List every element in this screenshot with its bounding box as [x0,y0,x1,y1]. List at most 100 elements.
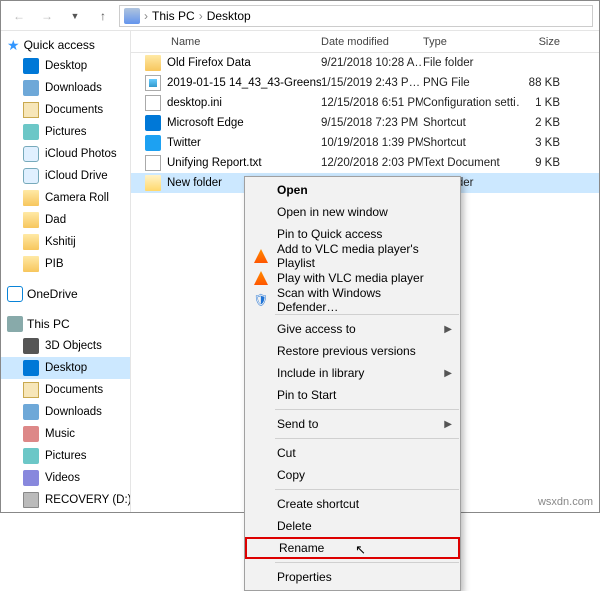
sidebar-item[interactable]: Desktop [1,55,130,77]
file-name: Twitter [167,137,201,149]
column-type-header[interactable]: Type [423,36,520,48]
breadcrumb-segment[interactable]: This PC [152,9,195,23]
context-rename[interactable]: Rename↖ [245,537,460,559]
context-open[interactable]: Open [245,179,460,201]
toolbar: ← → ▼ ↑ › This PC › Desktop [1,1,599,31]
folder-icon [23,168,39,184]
folder-icon [23,124,39,140]
sidebar-item[interactable]: Downloads [1,401,130,423]
file-row[interactable]: Microsoft Edge9/15/2018 7:23 PMShortcut2… [131,113,599,133]
file-row[interactable]: desktop.ini12/15/2018 6:51 PMConfigurati… [131,93,599,113]
file-name: Unifying Report.txt [167,157,262,169]
chevron-right-icon: ▶ [444,368,452,379]
file-icon [145,115,161,131]
sidebar-item[interactable]: Documents [1,99,130,121]
file-row[interactable]: Unifying Report.txt12/20/2018 2:03 PMTex… [131,153,599,173]
chevron-right-icon: ▶ [444,324,452,335]
sidebar-item[interactable]: Desktop [1,357,130,379]
sidebar-item[interactable]: 3D Objects [1,335,130,357]
nav-up-button[interactable]: ↑ [91,4,115,28]
vlc-icon [253,248,269,264]
navigation-pane: ★ Quick access DesktopDownloadsDocuments… [1,31,131,512]
watermark-text: wsxdn.com [538,496,593,508]
separator [275,489,459,490]
vlc-icon [253,270,269,286]
cursor-icon: ↖ [355,542,366,558]
sidebar-item-label: Videos [45,472,80,484]
sidebar-label: This PC [27,317,70,331]
folder-icon [23,146,39,162]
sidebar-item[interactable]: Downloads [1,77,130,99]
context-properties[interactable]: Properties [245,566,460,588]
sidebar-label: Quick access [24,38,95,52]
sidebar-item-label: Pictures [45,450,87,462]
sidebar-item-label: iCloud Drive [45,170,108,182]
context-vlc-add[interactable]: Add to VLC media player's Playlist [245,245,460,267]
context-open-new-window[interactable]: Open in new window [245,201,460,223]
file-row[interactable]: 2019-01-15 14_43_43-Greenshot.png1/15/20… [131,73,599,93]
column-name-header[interactable]: Name [131,36,321,48]
chevron-right-icon: ▶ [444,419,452,430]
file-name: Old Firefox Data [167,57,251,69]
column-date-header[interactable]: Date modified [321,36,423,48]
context-pin-start[interactable]: Pin to Start [245,384,460,406]
file-icon [145,55,161,71]
chevron-right-icon: › [199,9,203,23]
sidebar-item[interactable]: Dad [1,209,130,231]
context-restore-versions[interactable]: Restore previous versions [245,340,460,362]
sidebar-item-label: Kshitij [45,236,76,248]
file-type: Configuration setti… [423,97,520,109]
nav-back-button[interactable]: ← [7,4,31,28]
sidebar-label: OneDrive [27,287,78,301]
folder-icon [23,382,39,398]
sidebar-item-label: Downloads [45,82,102,94]
file-date: 10/19/2018 1:39 PM [321,137,423,149]
context-copy[interactable]: Copy [245,464,460,486]
sidebar-item-label: Documents [45,104,103,116]
sidebar-item[interactable]: RECOVERY (D:) [1,489,130,511]
context-create-shortcut[interactable]: Create shortcut [245,493,460,515]
star-icon: ★ [7,38,20,52]
sidebar-item[interactable]: Pictures [1,445,130,467]
file-icon [145,95,161,111]
context-defender-scan[interactable]: 🛡Scan with Windows Defender… [245,289,460,311]
folder-icon [23,404,39,420]
file-row[interactable]: Twitter10/19/2018 1:39 PMShortcut3 KB [131,133,599,153]
sidebar-item[interactable]: Documents [1,379,130,401]
breadcrumb[interactable]: › This PC › Desktop [119,5,593,27]
sidebar-quick-access[interactable]: ★ Quick access [1,35,130,55]
context-cut[interactable]: Cut [245,442,460,464]
sidebar-onedrive[interactable]: OneDrive [1,283,130,305]
file-date: 12/15/2018 6:51 PM [321,97,423,109]
sidebar-item-label: RECOVERY (D:) [45,494,131,506]
sidebar-item[interactable]: Music [1,423,130,445]
sidebar-item[interactable]: Camera Roll [1,187,130,209]
column-size-header[interactable]: Size [520,36,568,48]
context-give-access[interactable]: Give access to▶ [245,318,460,340]
file-name: 2019-01-15 14_43_43-Greenshot.png [167,77,321,89]
sidebar-item-label: 3D Objects [45,340,102,352]
sidebar-item[interactable]: Pictures [1,121,130,143]
folder-icon [23,256,39,272]
nav-recent-dropdown[interactable]: ▼ [63,4,87,28]
sidebar-item-label: Pictures [45,126,87,138]
separator [275,314,459,315]
sidebar-item[interactable]: Videos [1,467,130,489]
file-name: Microsoft Edge [167,117,244,129]
sidebar-item[interactable]: Kshitij [1,231,130,253]
folder-icon [23,448,39,464]
sidebar-item[interactable]: iCloud Drive [1,165,130,187]
sidebar-this-pc[interactable]: This PC [1,313,130,335]
breadcrumb-segment[interactable]: Desktop [207,9,251,23]
file-size: 88 KB [520,77,568,89]
context-delete[interactable]: Delete [245,515,460,537]
file-icon [145,75,161,91]
sidebar-item[interactable]: PIB [1,253,130,275]
context-include-library[interactable]: Include in library▶ [245,362,460,384]
context-send-to[interactable]: Send to▶ [245,413,460,435]
folder-icon [23,492,39,508]
nav-forward-button[interactable]: → [35,4,59,28]
sidebar-item[interactable]: iCloud Photos [1,143,130,165]
shield-icon: 🛡 [253,292,269,308]
file-row[interactable]: Old Firefox Data9/21/2018 10:28 A…File f… [131,53,599,73]
